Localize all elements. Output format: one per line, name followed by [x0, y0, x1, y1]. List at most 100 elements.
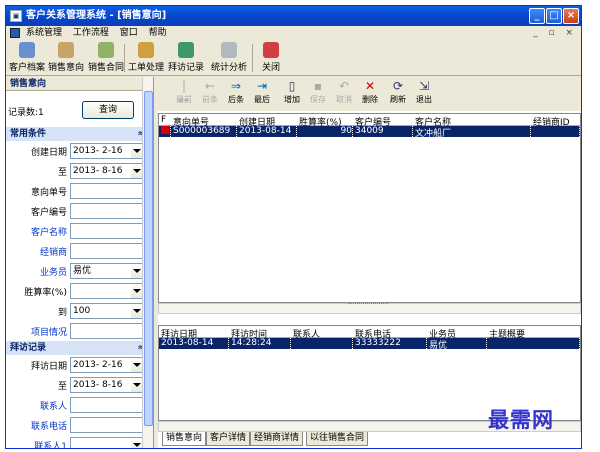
- toolbar-button-4[interactable]: 拜访记录: [166, 42, 206, 74]
- prev-button[interactable]: ← 前条: [196, 79, 224, 109]
- text-field[interactable]: [70, 323, 144, 339]
- first-button[interactable]: |← 最前: [170, 79, 198, 109]
- menu-window[interactable]: 窗口: [120, 28, 138, 38]
- minimize-button[interactable]: _: [529, 8, 545, 24]
- chevron-down-icon[interactable]: [133, 169, 141, 173]
- tab-2[interactable]: 经销商详情: [250, 432, 304, 446]
- toolbar-label: 客户档案: [8, 63, 45, 73]
- next-button[interactable]: ⇒ 后条: [222, 79, 250, 109]
- toolbar-button-5[interactable]: 统计分析: [206, 42, 252, 74]
- dropdown-field[interactable]: 100: [70, 303, 144, 319]
- menu-help[interactable]: 帮助: [149, 28, 167, 38]
- tab-3[interactable]: 以往销售合同: [306, 432, 369, 446]
- nav-label: 最前: [176, 95, 192, 104]
- table-cell: 文冲船厂: [415, 126, 531, 139]
- nav-label: 前条: [202, 95, 218, 104]
- field-row: 客户编号: [6, 201, 153, 221]
- field-value: 2013- 8-16: [73, 166, 123, 176]
- dropdown-field[interactable]: 2013- 8-16: [70, 377, 144, 393]
- close-window-button[interactable]: ×: [563, 8, 579, 24]
- save-button[interactable]: ▪ 保存: [304, 79, 332, 109]
- table-cell: [489, 338, 580, 349]
- field-row: 胜算率(%): [6, 281, 153, 301]
- field-label: 联系电话: [30, 422, 67, 432]
- field-label: 至: [57, 382, 67, 392]
- text-field[interactable]: [70, 223, 144, 239]
- close-icon: [263, 42, 279, 58]
- table-cell: [533, 126, 580, 137]
- chevron-down-icon[interactable]: [133, 309, 141, 313]
- delete-button[interactable]: ✕ 删除: [356, 79, 384, 109]
- tab-1[interactable]: 客户详情: [206, 432, 251, 446]
- ticket-icon: [138, 42, 154, 58]
- dropdown-field[interactable]: [70, 283, 144, 299]
- table-cell: 易优: [429, 338, 487, 351]
- last-button[interactable]: ⇥ 最后: [248, 79, 276, 109]
- table-cell: 34009: [355, 126, 413, 137]
- field-row: 经销商: [6, 241, 153, 261]
- toolbar-button-0[interactable]: 客户档案: [8, 42, 46, 74]
- nav-label: 增加: [284, 95, 300, 104]
- row-flag-marker: [161, 126, 169, 134]
- field-row: 创建日期 2013- 2-16: [6, 141, 153, 161]
- text-field[interactable]: [70, 243, 144, 259]
- section-common-conditions[interactable]: 常用条件≈: [6, 127, 153, 141]
- column-header[interactable]: F: [161, 115, 166, 125]
- menu-system[interactable]: 系统管理: [26, 28, 62, 38]
- chevron-down-icon[interactable]: [133, 289, 141, 293]
- chevron-down-icon[interactable]: [133, 443, 141, 447]
- query-button[interactable]: 查询: [82, 101, 134, 119]
- field-row: 至 2013- 8-16: [6, 375, 153, 395]
- chevron-down-icon[interactable]: [133, 149, 141, 153]
- section-title: 拜访记录: [10, 343, 47, 353]
- text-field[interactable]: [70, 417, 144, 433]
- toolbar-button-2[interactable]: 销售合同: [86, 42, 126, 74]
- refresh-button[interactable]: ⟳ 刷新: [384, 79, 412, 109]
- tab-0[interactable]: 销售意向: [162, 432, 207, 446]
- app-icon: ▣: [10, 10, 22, 22]
- menu-workflow[interactable]: 工作流程: [73, 28, 109, 38]
- title-bar: ▣ 客户关系管理系统 - [销售意向] _ □ ×: [6, 6, 581, 26]
- table-cell: 90: [299, 126, 353, 137]
- chevron-down-icon[interactable]: [133, 269, 141, 273]
- first-icon: |←: [178, 79, 190, 107]
- table-row[interactable]: 2013-08-14 14:28:24 33333222 易优: [159, 338, 580, 351]
- toolbar-button-6[interactable]: 关闭: [256, 42, 286, 74]
- table-cell: S000003689: [173, 126, 237, 137]
- dropdown-field[interactable]: 2013- 2-16: [70, 143, 144, 159]
- nav-label: 后条: [228, 95, 244, 104]
- table-row[interactable]: S000003689 2013-08-14 90 34009 文冲船厂: [159, 126, 580, 139]
- query-panel: 销售意向 记录数:1 查询 常用条件≈ 创建日期 2013- 2-16 至 2013-…: [6, 77, 154, 448]
- record-count: 记录数:1: [8, 108, 44, 118]
- field-label: 意向单号: [30, 188, 67, 198]
- dropdown-field[interactable]: 2013- 2-16: [70, 357, 144, 373]
- dropdown-field[interactable]: 2013- 8-16: [70, 163, 144, 179]
- field-row: 到 100: [6, 301, 153, 321]
- section-visit-records[interactable]: 拜访记录≈: [6, 341, 153, 355]
- status-bar: 用户 易优: [6, 448, 582, 449]
- splitter-grip[interactable]: [348, 303, 388, 309]
- toolbar-label: 销售合同: [87, 63, 124, 73]
- chevron-down-icon[interactable]: [133, 383, 141, 387]
- last-icon: ⇥: [256, 79, 268, 93]
- toolbar-button-3[interactable]: 工单处理: [126, 42, 166, 74]
- scroll-thumb[interactable]: [144, 91, 153, 426]
- left-scrollbar[interactable]: [142, 77, 153, 448]
- window-title: 客户关系管理系统 - [销售意向]: [26, 10, 167, 21]
- text-field[interactable]: [70, 183, 144, 199]
- exit-button[interactable]: ⇲ 退出: [410, 79, 438, 109]
- field-value: 2013- 2-16: [73, 146, 123, 156]
- text-field[interactable]: [70, 397, 144, 413]
- toolbar-button-1[interactable]: 销售意向: [46, 42, 86, 74]
- text-field[interactable]: [70, 203, 144, 219]
- visit-icon: [178, 42, 194, 58]
- undo-button[interactable]: ↶ 取消: [330, 79, 358, 109]
- dropdown-field[interactable]: 易优: [70, 263, 144, 279]
- add-button[interactable]: ▯ 增加: [278, 79, 306, 109]
- exit-icon: ⇲: [418, 79, 430, 93]
- contract-icon: [98, 42, 114, 58]
- maximize-button[interactable]: □: [546, 8, 562, 24]
- mdi-controls[interactable]: _ ▫ ×: [533, 26, 577, 40]
- nav-label: 保存: [310, 95, 326, 104]
- chevron-down-icon[interactable]: [133, 363, 141, 367]
